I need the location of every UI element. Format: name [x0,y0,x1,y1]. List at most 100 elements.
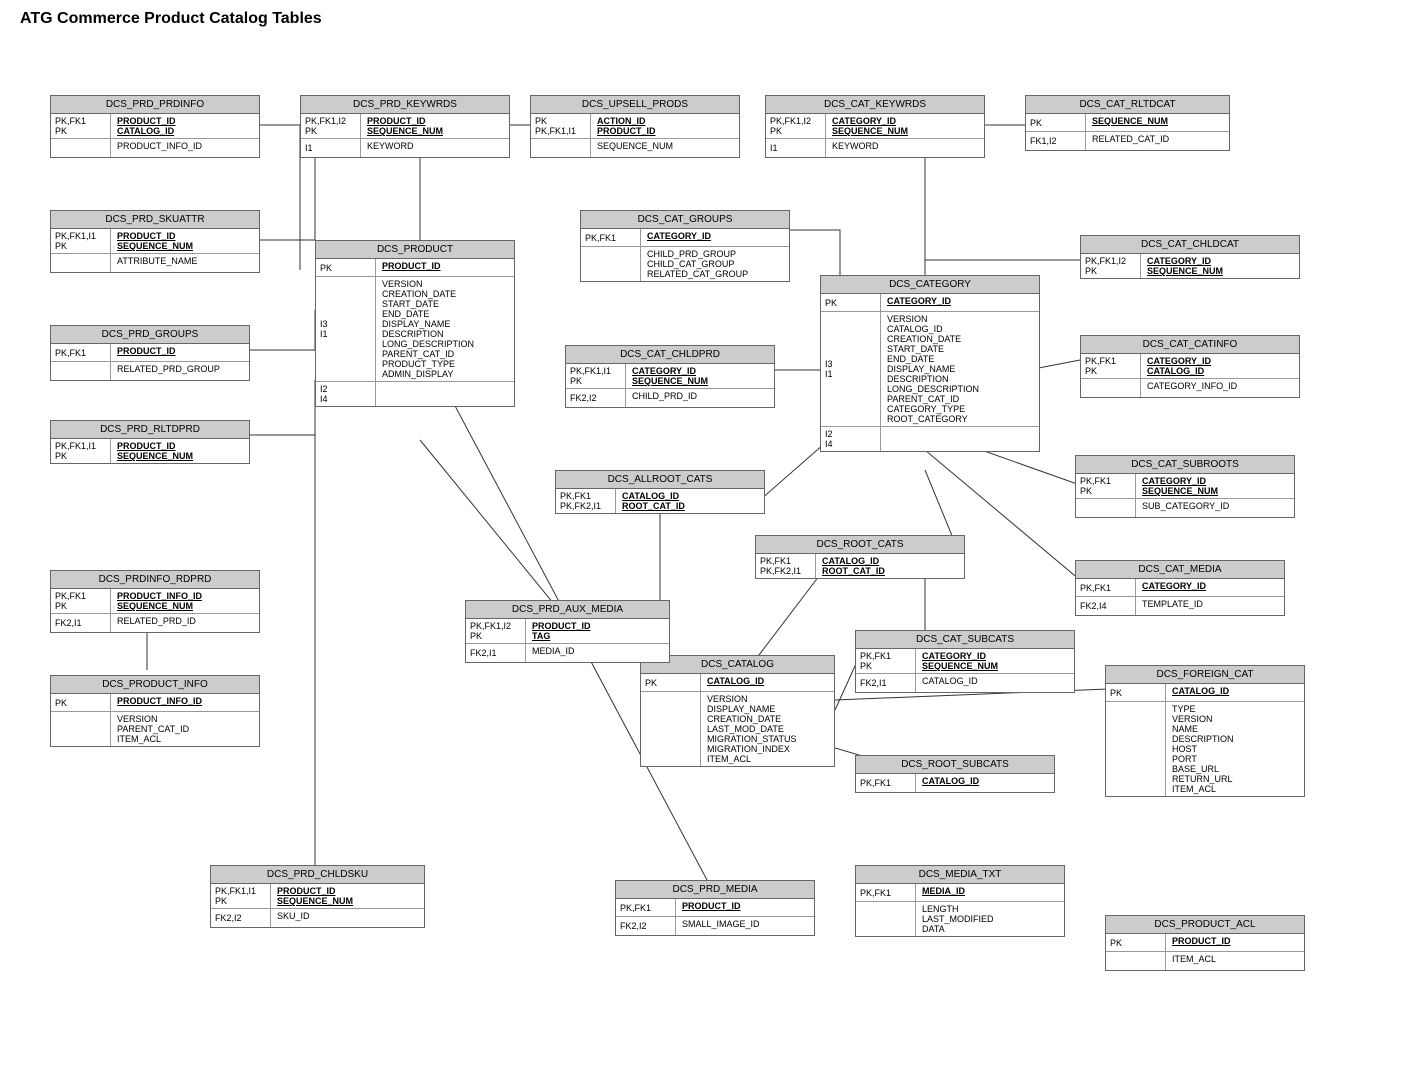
table-body: PK,FK1 CATEGORY_ID FK2,I4 TEMPLATE_ID [1076,579,1284,615]
field: PRODUCT_TYPE [382,359,508,369]
row-key: PKPK,FK1,I1 [531,114,591,138]
row-fields: RELATED_PRD_ID [111,614,259,632]
table-title: DCS_PRD_SKUATTR [51,211,259,229]
table-row: PK,FK1PK PRODUCT_ID CATALOG_ID [51,114,259,139]
field: ROOT_CAT_ID [822,566,958,576]
table-dcs-root-subcats: DCS_ROOT_SUBCATS PK,FK1 CATALOG_ID [855,755,1055,793]
table-row: PK,FK1,I2PK CATEGORY_ID SEQUENCE_NUM [1081,254,1299,278]
table-dcs-cat-chldcat: DCS_CAT_CHLDCAT PK,FK1,I2PK CATEGORY_ID … [1080,235,1300,279]
table-title: DCS_CAT_SUBROOTS [1076,456,1294,474]
field: ROOT_CAT_ID [622,501,758,511]
row-fields: PRODUCT_INFO_ID SEQUENCE_NUM [111,589,259,613]
field: SKU_ID [277,911,418,921]
row-key: PK,FK1,I1PK [566,364,626,388]
row-key: PK,FK1 [581,229,641,246]
row-key: FK2,I2 [211,909,271,927]
field: CATEGORY_ID [887,296,1033,306]
row-key: I1 [766,139,826,157]
field: PARENT_CAT_ID [382,349,508,359]
table-row: FK2,I2 SMALL_IMAGE_ID [616,917,814,935]
table-body: PK CATALOG_ID VERSION DISPLAY_NAME CREAT… [641,674,834,766]
table-row: RELATED_PRD_GROUP [51,362,249,380]
field: PRODUCT_INFO_ID [117,591,253,601]
row-fields: RELATED_CAT_ID [1086,132,1229,150]
table-dcs-prd-keywrds: DCS_PRD_KEYWRDS PK,FK1,I2PK PRODUCT_ID S… [300,95,510,158]
field: SEQUENCE_NUM [117,601,253,611]
table-title: DCS_ROOT_CATS [756,536,964,554]
table-row: PK,FK1 MEDIA_ID [856,884,1064,902]
field: PARENT_CAT_ID [887,394,1033,404]
table-row: PK,FK1PK,FK2,I1 CATALOG_ID ROOT_CAT_ID [556,489,764,513]
row-key: PK,FK1,I2PK [301,114,361,138]
row-fields: CATEGORY_ID SEQUENCE_NUM [626,364,774,388]
table-title: DCS_PRD_AUX_MEDIA [466,601,669,619]
row-fields: CATEGORY_ID SEQUENCE_NUM [916,649,1074,673]
field: SEQUENCE_NUM [1147,266,1293,276]
row-fields: CHILD_PRD_GROUP CHILD_CAT_GROUP RELATED_… [641,247,789,281]
table-dcs-prd-media: DCS_PRD_MEDIA PK,FK1 PRODUCT_ID FK2,I2 S… [615,880,815,936]
table-dcs-prd-prdinfo: DCS_PRD_PRDINFO PK,FK1PK PRODUCT_ID CATA… [50,95,260,158]
table-row: PK,FK1 PRODUCT_ID [51,344,249,362]
row-fields: CATEGORY_INFO_ID [1141,379,1299,397]
table-title: DCS_CAT_GROUPS [581,211,789,229]
field: DISPLAY_NAME [707,704,828,714]
table-dcs-prd-chldsku: DCS_PRD_CHLDSKU PK,FK1,I1PK PRODUCT_ID S… [210,865,425,928]
table-body: PK,FK1 CATEGORY_ID CHILD_PRD_GROUP CHILD… [581,229,789,281]
table-row: I1 KEYWORD [301,139,509,157]
row-fields: CATEGORY_ID SEQUENCE_NUM [1136,474,1294,498]
table-title: DCS_PRD_GROUPS [51,326,249,344]
table-row: PK,FK1,I2PK PRODUCT_ID SEQUENCE_NUM [301,114,509,139]
row-key: PK,FK1 [1076,579,1136,596]
row-key: PK,FK1PK [51,589,111,613]
field: PRODUCT_ID [277,886,418,896]
table-dcs-allroot-cats: DCS_ALLROOT_CATS PK,FK1PK,FK2,I1 CATALOG… [555,470,765,514]
table-title: DCS_CAT_CATINFO [1081,336,1299,354]
table-body: PK,FK1PK PRODUCT_ID CATALOG_ID PRODUCT_I… [51,114,259,157]
field: CATEGORY_ID [1142,476,1288,486]
row-key [531,139,591,157]
table-body: PK,FK1 PRODUCT_ID RELATED_PRD_GROUP [51,344,249,380]
table-body: PK,FK1,I1PK CATEGORY_ID SEQUENCE_NUM FK2… [566,364,774,407]
field: PRODUCT_ID [367,116,503,126]
row-fields: CATALOG_ID [916,774,1054,792]
field: SUB_CATEGORY_ID [1142,501,1288,511]
field: CHILD_PRD_ID [632,391,768,401]
field: ITEM_ACL [117,734,253,744]
table-title: DCS_PRD_CHLDSKU [211,866,424,884]
table-row: TYPE VERSION NAME DESCRIPTION HOST PORT … [1106,702,1304,796]
field: DESCRIPTION [887,374,1033,384]
table-row: ATTRIBUTE_NAME [51,254,259,272]
table-dcs-cat-catinfo: DCS_CAT_CATINFO PK,FK1PK CATEGORY_ID CAT… [1080,335,1300,398]
table-row: PK,FK1,I2PK PRODUCT_ID TAG [466,619,669,644]
row-key: PK,FK1,I2PK [766,114,826,138]
table-row: PK CATALOG_ID [641,674,834,692]
table-body: PK PRODUCT_ID ITEM_ACL [1106,934,1304,970]
field: TAG [532,631,663,641]
field: SEQUENCE_NUM [597,141,733,151]
field: PRODUCT_ID [117,231,253,241]
field: CATEGORY_ID [1147,356,1293,366]
row-key: FK2,I1 [51,614,111,632]
field: ADMIN_DISPLAY [382,369,508,379]
table-row: PK,FK1PK CATEGORY_ID SEQUENCE_NUM [856,649,1074,674]
field: LAST_MOD_DATE [707,724,828,734]
table-row: PK,FK1 CATALOG_ID [856,774,1054,792]
table-row: SEQUENCE_NUM [531,139,739,157]
row-key: FK1,I2 [1026,132,1086,150]
row-key: PK,FK1PK [856,649,916,673]
row-key: PK,FK1,I1PK [51,439,111,463]
row-key: PK [51,694,111,711]
field: PRODUCT_ID [117,116,253,126]
row-key: PK [1106,934,1166,951]
row-fields: VERSION CREATION_DATE START_DATE END_DAT… [376,277,514,381]
table-dcs-cat-rltdcat: DCS_CAT_RLTDCAT PK SEQUENCE_NUM FK1,I2 R… [1025,95,1230,151]
page: ATG Commerce Product Catalog Tables [0,0,1422,1070]
table-row: FK2,I4 TEMPLATE_ID [1076,597,1284,615]
field: SEQUENCE_NUM [117,241,253,251]
row-key: I3I1 [821,312,881,426]
table-row: PK,FK1,I2PK CATEGORY_ID SEQUENCE_NUM [766,114,984,139]
row-fields: PRODUCT_INFO_ID [111,694,259,711]
row-key: FK2,I2 [566,389,626,407]
field: CATEGORY_ID [1147,256,1293,266]
field: PRODUCT_ID [1172,936,1298,946]
